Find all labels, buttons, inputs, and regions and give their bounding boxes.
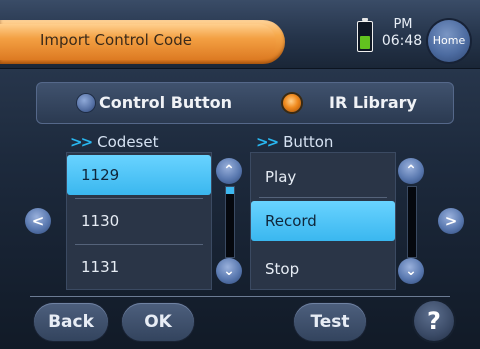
scroll-up-icon[interactable]: ⌃: [216, 158, 242, 184]
codeset-header: >> Codeset: [70, 133, 159, 151]
clock-ampm: PM: [393, 17, 413, 32]
battery-level: [360, 36, 370, 49]
button-scrollbar[interactable]: ⌃ ⌄: [398, 152, 424, 288]
list-item[interactable]: Stop: [251, 249, 395, 289]
next-page-button[interactable]: >: [438, 208, 464, 234]
control-button-radio[interactable]: [77, 94, 95, 112]
codeset-scrollbar[interactable]: ⌃ ⌄: [216, 152, 242, 288]
list-item[interactable]: 1129: [67, 155, 211, 195]
ok-button[interactable]: OK: [122, 303, 194, 341]
list-item[interactable]: Record: [251, 201, 395, 241]
ir-library-radio[interactable]: [283, 94, 301, 112]
control-button-label[interactable]: Control Button: [99, 93, 232, 112]
title-tab: Import Control Code: [0, 20, 285, 64]
button-header: >> Button: [256, 133, 334, 151]
scroll-track[interactable]: [407, 186, 417, 258]
list-item[interactable]: 1130: [67, 201, 211, 241]
button-list: Play Record Stop: [250, 152, 396, 290]
scroll-down-icon[interactable]: ⌄: [216, 258, 242, 284]
header-bar: Import Control Code PM 06:48 Home: [0, 0, 480, 69]
list-item[interactable]: 1131: [67, 247, 211, 287]
scroll-track[interactable]: [225, 186, 235, 258]
test-button[interactable]: Test: [294, 303, 366, 341]
scroll-down-icon[interactable]: ⌄: [398, 258, 424, 284]
clock-time: 06:48: [381, 33, 423, 49]
divider: [259, 197, 387, 198]
codeset-list: 1129 1130 1131: [66, 152, 212, 290]
previous-page-button[interactable]: <: [25, 208, 51, 234]
help-button[interactable]: ?: [414, 301, 454, 341]
scroll-up-icon[interactable]: ⌃: [398, 158, 424, 184]
page-title: Import Control Code: [40, 31, 192, 49]
home-button[interactable]: Home: [428, 20, 470, 62]
mode-selector: Control Button IR Library: [36, 82, 454, 124]
double-chevron-right-icon: >>: [70, 133, 93, 151]
list-item[interactable]: Play: [251, 157, 395, 197]
scroll-thumb[interactable]: [226, 187, 234, 194]
back-button[interactable]: Back: [34, 303, 108, 341]
double-chevron-right-icon: >>: [256, 133, 279, 151]
screen: Import Control Code PM 06:48 Home Contro…: [0, 0, 480, 349]
footer-divider: [30, 296, 450, 297]
ir-library-label[interactable]: IR Library: [329, 93, 417, 112]
battery-icon: [357, 18, 373, 52]
divider: [75, 198, 203, 199]
divider: [75, 244, 203, 245]
